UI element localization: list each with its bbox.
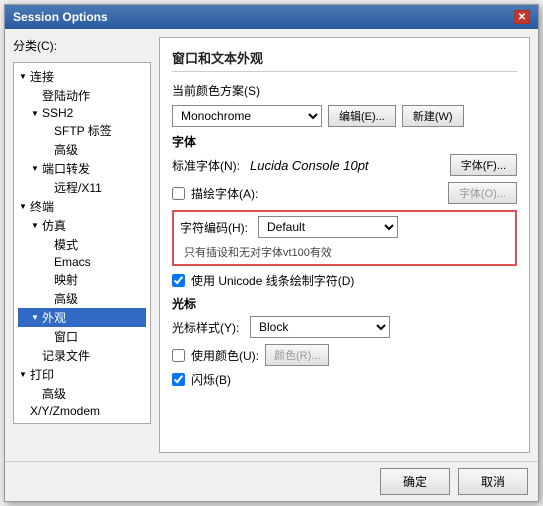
cancel-button[interactable]: 取消 bbox=[458, 468, 528, 495]
edit-button[interactable]: 编辑(E)... bbox=[328, 105, 396, 127]
tree-item-label: 高级 bbox=[42, 385, 66, 402]
tree-section: 分类(C): ▼ 连接 登陆动作 ▼ SSH2 SFTP 标签 bbox=[13, 37, 151, 453]
tree-header-label: 分类(C): bbox=[13, 37, 151, 54]
color-scheme-label: 当前颜色方案(S) bbox=[172, 82, 260, 99]
dialog-footer: 确定 取消 bbox=[5, 461, 538, 501]
font-button[interactable]: 字体(F)... bbox=[450, 154, 517, 176]
expander-icon: ▼ bbox=[30, 109, 40, 118]
tree-item-label: 端口转发 bbox=[42, 160, 90, 177]
encoding-box: 字符编码(H): Default 只有插设和无对字体vt100有效 bbox=[172, 210, 517, 266]
tree-item-label: 外观 bbox=[42, 309, 66, 326]
tree-item-label: 连接 bbox=[30, 68, 54, 85]
tree-item-label: 映射 bbox=[54, 271, 78, 288]
tree-item-yuan-cheng[interactable]: 远程/X11 bbox=[18, 178, 146, 197]
tree-item-label: 高级 bbox=[54, 141, 78, 158]
blink-label: 闪烁(B) bbox=[191, 371, 231, 388]
encoding-dropdown[interactable]: Default bbox=[258, 216, 398, 238]
tree-item-fang-zhen[interactable]: ▼ 仿真 bbox=[18, 216, 146, 235]
use-color-row: 使用颜色(U): 颜色(R)... bbox=[172, 344, 517, 366]
tree-item-label: 高级 bbox=[54, 290, 78, 307]
expander-icon: ▼ bbox=[30, 221, 40, 230]
expander-icon: ▼ bbox=[18, 202, 28, 211]
unicode-checkbox[interactable] bbox=[172, 274, 185, 287]
new-button[interactable]: 新建(W) bbox=[402, 105, 464, 127]
use-color-checkbox[interactable] bbox=[172, 349, 185, 362]
standard-font-value: Lucida Console 10pt bbox=[250, 158, 444, 173]
tree-item-mo-shi[interactable]: 模式 bbox=[18, 235, 146, 254]
close-button[interactable]: ✕ bbox=[514, 10, 530, 24]
standard-font-label: 标准字体(N): bbox=[172, 157, 244, 174]
tree-item-duan-kou[interactable]: ▼ 端口转发 bbox=[18, 159, 146, 178]
title-bar: Session Options ✕ bbox=[5, 5, 538, 29]
expander-icon: ▼ bbox=[18, 72, 28, 81]
cursor-style-row: 光标样式(Y): Block bbox=[172, 316, 517, 338]
color-scheme-controls: Monochrome 编辑(E)... 新建(W) bbox=[172, 105, 517, 127]
tree-item-gaoji-terminal[interactable]: 高级 bbox=[18, 289, 146, 308]
cursor-section-label: 光标 bbox=[172, 295, 517, 312]
tree-item-label: 登陆动作 bbox=[42, 87, 90, 104]
expander-icon: ▼ bbox=[30, 164, 40, 173]
session-options-dialog: Session Options ✕ 分类(C): ▼ 连接 登陆动作 ▼ SSH… bbox=[4, 4, 539, 502]
tree-item-deng-lu[interactable]: 登陆动作 bbox=[18, 86, 146, 105]
tree-item-label: 打印 bbox=[30, 366, 54, 383]
tree-item-ji-lu[interactable]: 记录文件 bbox=[18, 346, 146, 365]
tree-item-emacs[interactable]: Emacs bbox=[18, 254, 146, 270]
tree-item-ying-she[interactable]: 映射 bbox=[18, 270, 146, 289]
color-scheme-row: 当前颜色方案(S) bbox=[172, 82, 517, 99]
tree-item-label: Emacs bbox=[54, 255, 91, 269]
section-title: 窗口和文本外观 bbox=[172, 48, 517, 72]
tree-item-chuang-kou[interactable]: 窗口 bbox=[18, 327, 146, 346]
tree-item-label: 仿真 bbox=[42, 217, 66, 234]
color-button[interactable]: 颜色(R)... bbox=[265, 344, 329, 366]
tree-item-label: 终端 bbox=[30, 198, 54, 215]
tree-item-label: 记录文件 bbox=[42, 347, 90, 364]
cursor-style-label: 光标样式(Y): bbox=[172, 319, 244, 336]
tree-item-xyz-zmodem[interactable]: X/Y/Zmodem bbox=[18, 403, 146, 419]
tree-item-gaoji-print[interactable]: 高级 bbox=[18, 384, 146, 403]
tree-item-label: X/Y/Zmodem bbox=[30, 404, 100, 418]
unicode-checkbox-row: 使用 Unicode 线条绘制字符(D) bbox=[172, 272, 517, 289]
alt-font-checkbox[interactable] bbox=[172, 187, 185, 200]
tree-panel[interactable]: ▼ 连接 登陆动作 ▼ SSH2 SFTP 标签 高级 bbox=[13, 62, 151, 424]
dialog-title: Session Options bbox=[13, 10, 108, 24]
tree-item-lian-jie[interactable]: ▼ 连接 bbox=[18, 67, 146, 86]
blink-checkbox[interactable] bbox=[172, 373, 185, 386]
tree-item-label: 窗口 bbox=[54, 328, 78, 345]
color-scheme-dropdown[interactable]: Monochrome bbox=[172, 105, 322, 127]
tree-item-label: SFTP 标签 bbox=[54, 122, 112, 139]
tree-item-sftp[interactable]: SFTP 标签 bbox=[18, 121, 146, 140]
alt-font-row: 描绘字体(A): 字体(O)... bbox=[172, 182, 517, 204]
unicode-checkbox-label: 使用 Unicode 线条绘制字符(D) bbox=[191, 272, 354, 289]
use-color-label: 使用颜色(U): bbox=[191, 347, 259, 364]
font-section-label: 字体 bbox=[172, 133, 517, 150]
encoding-row: 字符编码(H): Default bbox=[180, 216, 509, 238]
tree-item-label: 远程/X11 bbox=[54, 179, 102, 196]
tree-item-ssh2[interactable]: ▼ SSH2 bbox=[18, 105, 146, 121]
blink-row: 闪烁(B) bbox=[172, 371, 517, 388]
tree-item-da-yin[interactable]: ▼ 打印 bbox=[18, 365, 146, 384]
tree-item-label: 模式 bbox=[54, 236, 78, 253]
tree-item-zhong-duan[interactable]: ▼ 终端 bbox=[18, 197, 146, 216]
encoding-hint: 只有插设和无对字体vt100有效 bbox=[180, 244, 509, 260]
expander-icon: ▼ bbox=[30, 313, 40, 322]
alt-font-label: 描绘字体(A): bbox=[191, 185, 263, 202]
tree-item-gaoji-ssh2[interactable]: 高级 bbox=[18, 140, 146, 159]
expander-icon: ▼ bbox=[18, 370, 28, 379]
content-panel: 窗口和文本外观 当前颜色方案(S) Monochrome 编辑(E)... 新建… bbox=[159, 37, 530, 453]
tree-item-wai-guan[interactable]: ▼ 外观 bbox=[18, 308, 146, 327]
dialog-body: 分类(C): ▼ 连接 登陆动作 ▼ SSH2 SFTP 标签 bbox=[5, 29, 538, 461]
cursor-style-dropdown[interactable]: Block bbox=[250, 316, 390, 338]
alt-font-button[interactable]: 字体(O)... bbox=[448, 182, 517, 204]
standard-font-row: 标准字体(N): Lucida Console 10pt 字体(F)... bbox=[172, 154, 517, 176]
ok-button[interactable]: 确定 bbox=[380, 468, 450, 495]
tree-item-label: SSH2 bbox=[42, 106, 73, 120]
encoding-label: 字符编码(H): bbox=[180, 219, 252, 236]
